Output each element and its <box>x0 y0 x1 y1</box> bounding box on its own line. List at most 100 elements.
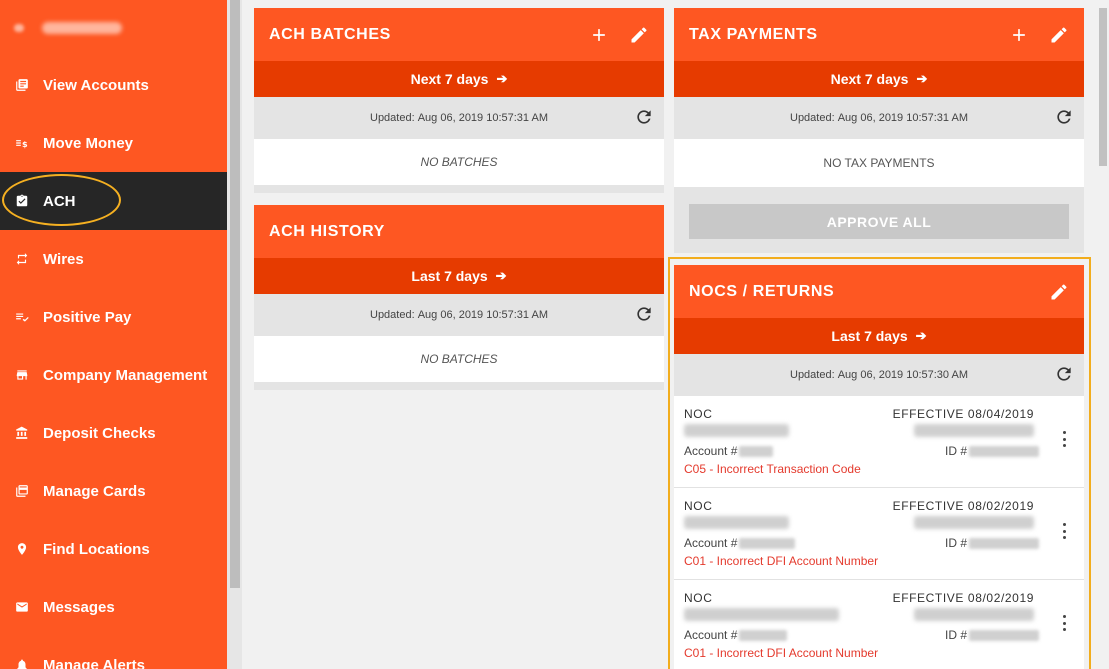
sidebar-item-label: Find Locations <box>43 540 150 558</box>
card-title: ACH HISTORY <box>269 222 385 240</box>
sidebar-nav: View Accounts $ Move Money ACH Wires Pos… <box>0 0 227 669</box>
date-range-label: Last 7 days <box>831 328 908 344</box>
sidebar-item-label: Messages <box>43 598 115 616</box>
sidebar-item-label: Deposit Checks <box>43 424 156 442</box>
redacted-company <box>914 424 1034 437</box>
card-header: NOCS / RETURNS <box>674 265 1084 318</box>
account-label: Account # <box>684 536 738 550</box>
empty-message: NO BATCHES <box>420 352 498 366</box>
sidebar-item-ach[interactable]: ACH <box>0 172 227 230</box>
user-profile[interactable] <box>0 0 227 56</box>
account-number: Account # <box>684 536 796 550</box>
edit-batches-button[interactable] <box>629 25 649 45</box>
pencil-icon <box>1051 26 1067 42</box>
noc-reason: C01 - Incorrect DFI Account Number <box>684 646 879 660</box>
edit-tax-payments-button[interactable] <box>1049 25 1069 45</box>
updated-bar: Updated: Aug 06, 2019 10:57:31 AM <box>254 294 664 336</box>
id-label: ID # <box>945 444 968 458</box>
noc-list-item[interactable]: NOC EFFECTIVE 08/04/2019 Account # ID # … <box>674 396 1084 488</box>
add-tax-payment-button[interactable] <box>1009 25 1029 45</box>
card-title: TAX PAYMENTS <box>689 25 818 43</box>
updated-bar: Updated: Aug 06, 2019 10:57:30 AM <box>674 354 1084 396</box>
updated-timestamp: Aug 06, 2019 10:57:31 AM <box>837 112 968 124</box>
account-number: Account # <box>684 444 774 458</box>
accounts-icon <box>15 78 29 92</box>
sidebar-item-positive-pay[interactable]: Positive Pay <box>0 288 227 346</box>
noc-type: NOC <box>684 591 713 605</box>
user-avatar-icon <box>14 24 24 32</box>
refresh-icon[interactable] <box>1054 107 1074 127</box>
arrow-right-icon: ➔ <box>915 328 927 343</box>
refresh-icon[interactable] <box>634 304 654 324</box>
date-range-link[interactable]: Last 7 days ➔ <box>674 318 1084 354</box>
id-number: ID # <box>945 444 1040 458</box>
account-label: Account # <box>684 444 738 458</box>
refresh-icon[interactable] <box>634 107 654 127</box>
more-vert-icon[interactable] <box>1060 431 1068 447</box>
date-range-link[interactable]: Last 7 days ➔ <box>254 258 664 294</box>
pencil-icon <box>631 26 647 42</box>
edit-nocs-button[interactable] <box>1049 282 1069 302</box>
sidebar-scrollbar[interactable] <box>227 0 242 669</box>
more-vert-icon[interactable] <box>1060 523 1068 539</box>
noc-list-item[interactable]: NOC EFFECTIVE 08/02/2019 Account # ID # … <box>674 488 1084 580</box>
page-scrollbar-thumb[interactable] <box>1099 8 1107 166</box>
card-footer <box>254 382 664 390</box>
sidebar-item-manage-alerts[interactable]: Manage Alerts <box>0 636 227 669</box>
positive-pay-icon <box>15 310 29 324</box>
pencil-icon <box>1051 283 1067 299</box>
wires-icon <box>15 252 29 266</box>
bell-icon <box>15 658 29 669</box>
sidebar-item-move-money[interactable]: $ Move Money <box>0 114 227 172</box>
cards-icon <box>15 484 29 498</box>
sidebar-item-messages[interactable]: Messages <box>0 578 227 636</box>
redacted-name <box>684 516 789 529</box>
redacted-value <box>969 446 1040 458</box>
refresh-icon[interactable] <box>1054 364 1074 384</box>
sidebar-item-manage-cards[interactable]: Manage Cards <box>0 462 227 520</box>
updated-timestamp: Aug 06, 2019 10:57:30 AM <box>837 369 968 381</box>
plus-icon <box>593 28 605 41</box>
date-range-link[interactable]: Next 7 days ➔ <box>254 61 664 97</box>
sidebar-scrollbar-thumb[interactable] <box>230 0 240 588</box>
envelope-icon <box>15 600 29 614</box>
redacted-value <box>969 630 1040 642</box>
noc-reason: C05 - Incorrect Transaction Code <box>684 462 861 476</box>
card-title: ACH BATCHES <box>269 25 391 43</box>
id-number: ID # <box>945 536 1040 550</box>
effective-date: EFFECTIVE 08/02/2019 <box>892 591 1034 605</box>
nocs-returns-card: NOCS / RETURNS Last 7 days ➔ Updated: Aug… <box>674 265 1084 669</box>
sidebar-item-label: Company Management <box>43 366 208 384</box>
card-header: TAX PAYMENTS <box>674 8 1084 61</box>
approve-all-button[interactable]: APPROVE ALL <box>689 204 1069 239</box>
sidebar-item-find-locations[interactable]: Find Locations <box>0 520 227 578</box>
card-header: ACH BATCHES <box>254 8 664 61</box>
bank-icon <box>15 426 29 440</box>
redacted-name <box>684 424 789 437</box>
noc-reason: C01 - Incorrect DFI Account Number <box>684 554 879 568</box>
card-footer <box>254 185 664 193</box>
date-range-label: Next 7 days <box>410 71 489 87</box>
updated-bar: Updated: Aug 06, 2019 10:57:31 AM <box>254 97 664 139</box>
effective-date: EFFECTIVE 08/04/2019 <box>892 407 1034 421</box>
updated-label: Updated: <box>370 309 415 321</box>
id-label: ID # <box>945 536 968 550</box>
sidebar-item-label: ACH <box>43 192 76 210</box>
add-batch-button[interactable] <box>589 25 609 45</box>
sidebar-item-view-accounts[interactable]: View Accounts <box>0 56 227 114</box>
more-vert-icon[interactable] <box>1060 615 1068 631</box>
sidebar-item-deposit-checks[interactable]: Deposit Checks <box>0 404 227 462</box>
card-title: NOCS / RETURNS <box>689 282 835 300</box>
sidebar-item-company-management[interactable]: Company Management <box>0 346 227 404</box>
empty-message: NO BATCHES <box>420 155 498 169</box>
noc-list-item[interactable]: NOC EFFECTIVE 08/02/2019 Account # ID # … <box>674 580 1084 669</box>
svg-text:$: $ <box>22 139 28 149</box>
date-range-link[interactable]: Next 7 days ➔ <box>674 61 1084 97</box>
sidebar-item-wires[interactable]: Wires <box>0 230 227 288</box>
empty-message: NO TAX PAYMENTS <box>823 156 935 170</box>
effective-date: EFFECTIVE 08/02/2019 <box>892 499 1034 513</box>
plus-icon <box>1013 28 1025 41</box>
tax-payments-card: TAX PAYMENTS Next 7 days ➔ Updated: Aug 0… <box>674 8 1084 187</box>
updated-label: Updated: <box>790 112 835 124</box>
page-scrollbar[interactable] <box>1097 0 1109 669</box>
